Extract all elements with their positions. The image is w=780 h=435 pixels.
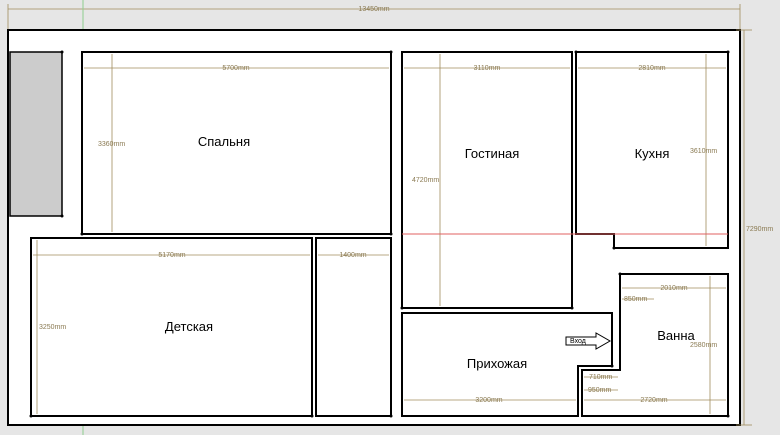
- bedroom-height-label: 3360mm: [98, 141, 125, 148]
- step-710-label: 710mm: [589, 374, 613, 381]
- step-950-label: 950mm: [588, 387, 612, 394]
- bedroom-width-label: 5700mm: [222, 65, 249, 72]
- kids-height-label: 3250mm: [39, 324, 66, 331]
- kids-label: Детская: [165, 319, 213, 334]
- kitchen-height-label: 3610mm: [690, 148, 717, 155]
- room-closet: 1400mm: [315, 237, 392, 417]
- room-kitchen: 2810mm 3610mm Кухня: [575, 51, 729, 249]
- kitchen-width-label: 2810mm: [638, 65, 665, 72]
- hall-label: Прихожая: [467, 356, 527, 371]
- bath-step-label: 850mm: [624, 296, 648, 303]
- bedroom-label: Спальня: [198, 134, 250, 149]
- room-living: 3110mm 4720mm Гостиная: [401, 51, 573, 309]
- bath-width-label: 2010mm: [660, 285, 687, 292]
- total-height-label: 7290mm: [746, 226, 773, 233]
- living-width-label: 3110mm: [474, 65, 501, 72]
- entrance-label: Вход: [570, 338, 586, 345]
- floor-plan: 13450mm 7290mm 5700mm 3360mm Спальня 311…: [7, 0, 773, 435]
- hall-width-label: 3200mm: [475, 397, 502, 404]
- room-kids: 5170mm 3250mm Детская: [30, 237, 313, 417]
- kids-width-label: 5170mm: [158, 252, 185, 259]
- total-width-dimension: 13450mm: [7, 4, 741, 30]
- room-bedroom: 5700mm 3360mm Спальня: [81, 51, 392, 235]
- living-height-label: 4720mm: [412, 177, 439, 184]
- closet-width-label: 1400mm: [339, 252, 366, 259]
- grey-block: [9, 51, 63, 217]
- total-height-dimension: 7290mm: [736, 29, 773, 426]
- bottom-2720-label: 2720mm: [640, 397, 667, 404]
- bath-height-label: 2580mm: [690, 342, 717, 349]
- bath-label: Ванна: [657, 328, 695, 343]
- living-label: Гостиная: [465, 146, 520, 161]
- total-width-label: 13450mm: [358, 6, 389, 13]
- kitchen-label: Кухня: [635, 146, 670, 161]
